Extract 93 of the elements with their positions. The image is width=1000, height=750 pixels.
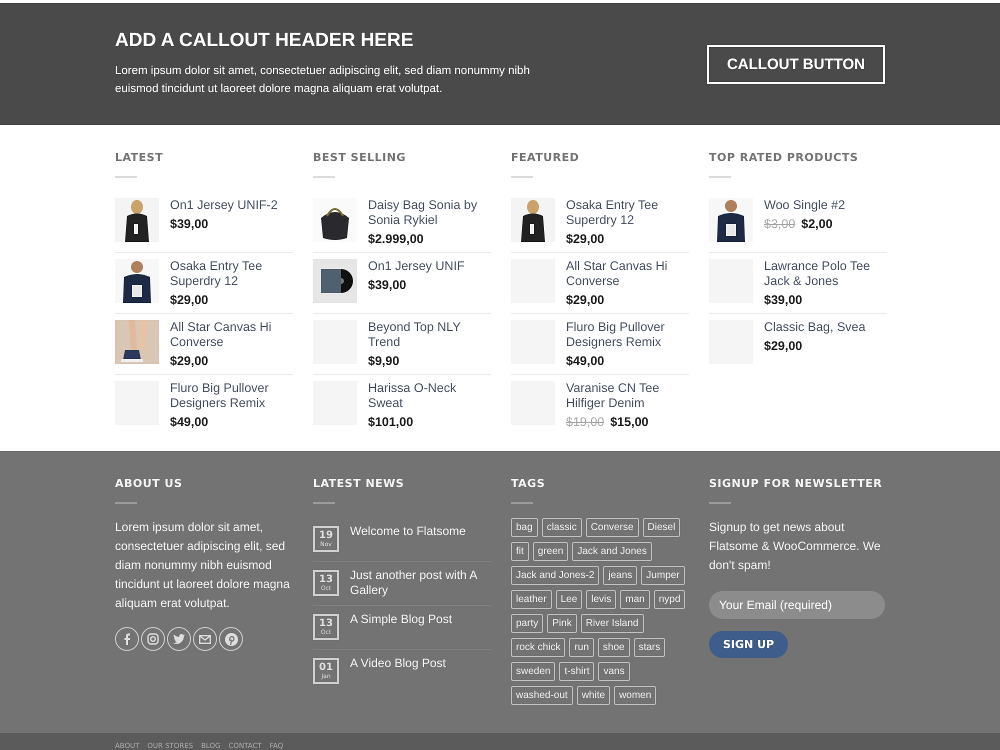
product-price: $39,00 (368, 278, 406, 292)
tag-link[interactable]: stars (634, 638, 666, 657)
callout-button[interactable]: CALLOUT BUTTON (706, 44, 885, 84)
envelope-icon (199, 634, 211, 644)
column-title: BEST SELLING (313, 151, 407, 164)
tag-link[interactable]: River Island (580, 614, 644, 633)
product-price: $29,00 (566, 232, 604, 246)
tag-link[interactable]: man (620, 590, 650, 609)
tag-link[interactable]: shoe (598, 638, 630, 657)
product-price: $39,00 (170, 217, 208, 231)
product-price: $2,00 (801, 217, 833, 231)
product-link[interactable]: Varanise CN Tee Hilfiger Denim (566, 381, 689, 411)
tag-link[interactable]: leather (511, 590, 552, 609)
tag-link[interactable]: vans (598, 662, 630, 681)
post-link[interactable]: A Video Blog Post (350, 656, 446, 686)
tag-link[interactable]: Jack and Jones (572, 542, 652, 561)
tag-link[interactable]: levis (586, 590, 616, 609)
date-day: 13 (319, 574, 333, 584)
product-link[interactable]: All Star Canvas Hi Converse (170, 320, 293, 350)
footer-title: LATEST NEWS (313, 477, 406, 490)
product-price: $29,00 (170, 293, 208, 307)
tag-link[interactable]: Jumper (641, 566, 685, 585)
product-link[interactable]: Harissa O-Neck Sweat (368, 381, 491, 411)
bird-icon (173, 634, 185, 644)
about-text: Lorem ipsum dolor sit amet, consectetuer adipiscing elit, sed diam nonummy nibh euismod tincidunt ut laoreet dolore magna aliquam erat volutpat. (115, 519, 291, 612)
product-link[interactable]: Lawrance Polo Tee Jack & Jones (764, 259, 887, 289)
newsletter-text: Signup to get news about Flatsome & WooCommerce. We don't spam! (709, 519, 882, 574)
tag-link[interactable]: run (569, 638, 594, 657)
date-day: 01 (319, 662, 333, 672)
product-link[interactable]: On1 Jersey UNIF (368, 259, 465, 274)
tag-link[interactable]: white (576, 686, 610, 705)
post-link[interactable]: Just another post with A Gallery (350, 568, 491, 598)
instagram-icon (147, 633, 159, 645)
tag-link[interactable]: sweden (511, 662, 556, 681)
social-button[interactable] (219, 627, 243, 651)
product-price: $2.999,00 (368, 232, 424, 246)
pinterest-icon (224, 632, 238, 646)
callout-title: ADD A CALLOUT HEADER HERE (115, 30, 414, 52)
product-price: $29,00 (170, 354, 208, 368)
social-button[interactable] (141, 627, 165, 651)
email-field[interactable]: Your Email (required) (709, 591, 885, 619)
product-link[interactable]: Osaka Entry Tee Superdry 12 (566, 198, 689, 228)
tag-link[interactable]: rock chick (511, 638, 566, 657)
tag-link[interactable]: Diesel (642, 518, 680, 537)
column-title: LATEST (115, 151, 164, 164)
column-title: FEATURED (511, 151, 580, 164)
tag-link[interactable]: jeans (603, 566, 638, 585)
callout-text: Lorem ipsum dolor sit amet, consectetuer adipiscing elit, sed diam nonummy nibh euismod tincidunt ut laoreet dolore magna aliquam erat volutpat. (115, 64, 531, 97)
footer-title: SIGNUP FOR NEWSLETTER (709, 477, 884, 490)
product-price: $15,00 (610, 415, 648, 429)
tag-link[interactable]: bag (511, 518, 538, 537)
product-link[interactable]: Fluro Big Pullover Designers Remix (566, 320, 689, 350)
facebook-icon (123, 633, 131, 645)
product-link[interactable]: On1 Jersey UNIF-2 (170, 198, 278, 213)
product-link[interactable]: Fluro Big Pullover Designers Remix (170, 381, 293, 411)
tag-link[interactable]: Jack and Jones-2 (511, 566, 600, 585)
social-button[interactable] (167, 627, 191, 651)
footer-title: ABOUT US (115, 477, 184, 490)
tag-link[interactable]: Lee (556, 590, 582, 609)
product-price: $29,00 (764, 339, 802, 353)
tag-link[interactable]: t-shirt (559, 662, 594, 681)
tag-link[interactable]: party (511, 614, 544, 633)
old-price: $3,00 (764, 217, 796, 231)
product-link[interactable]: Beyond Top NLY Trend (368, 320, 491, 350)
tag-link[interactable]: green (532, 542, 568, 561)
product-price: $9,90 (368, 354, 400, 368)
product-price: $49,00 (170, 415, 208, 429)
post-link[interactable]: Welcome to Flatsome (350, 524, 466, 554)
signup-button[interactable]: SIGN UP (709, 631, 788, 658)
tag-link[interactable]: nypd (654, 590, 686, 609)
footer-title: TAGS (511, 477, 546, 490)
tag-link[interactable]: Converse (586, 518, 639, 537)
product-link[interactable]: Daisy Bag Sonia by Sonia Rykiel (368, 198, 491, 228)
social-button[interactable] (193, 627, 217, 651)
product-price: $29,00 (566, 293, 604, 307)
old-price: $19,00 (566, 415, 604, 429)
date-day: 19 (319, 530, 333, 540)
column-title: TOP RATED PRODUCTS (709, 151, 860, 164)
date-day: 13 (319, 618, 333, 628)
product-link[interactable]: All Star Canvas Hi Converse (566, 259, 689, 289)
product-price: $49,00 (566, 354, 604, 368)
social-button[interactable] (115, 627, 139, 651)
tag-link[interactable]: fit (511, 542, 529, 561)
product-price: $101,00 (368, 415, 414, 429)
post-link[interactable]: A Simple Blog Post (350, 612, 452, 642)
tag-link[interactable]: Pink (547, 614, 577, 633)
product-price: $39,00 (764, 293, 802, 307)
tag-link[interactable]: women (614, 686, 656, 705)
tag-link[interactable]: washed-out (511, 686, 573, 705)
product-link[interactable]: Classic Bag, Svea (764, 320, 866, 335)
product-link[interactable]: Woo Single #2 (764, 198, 846, 213)
product-link[interactable]: Osaka Entry Tee Superdry 12 (170, 259, 293, 289)
tag-link[interactable]: classic (542, 518, 582, 537)
